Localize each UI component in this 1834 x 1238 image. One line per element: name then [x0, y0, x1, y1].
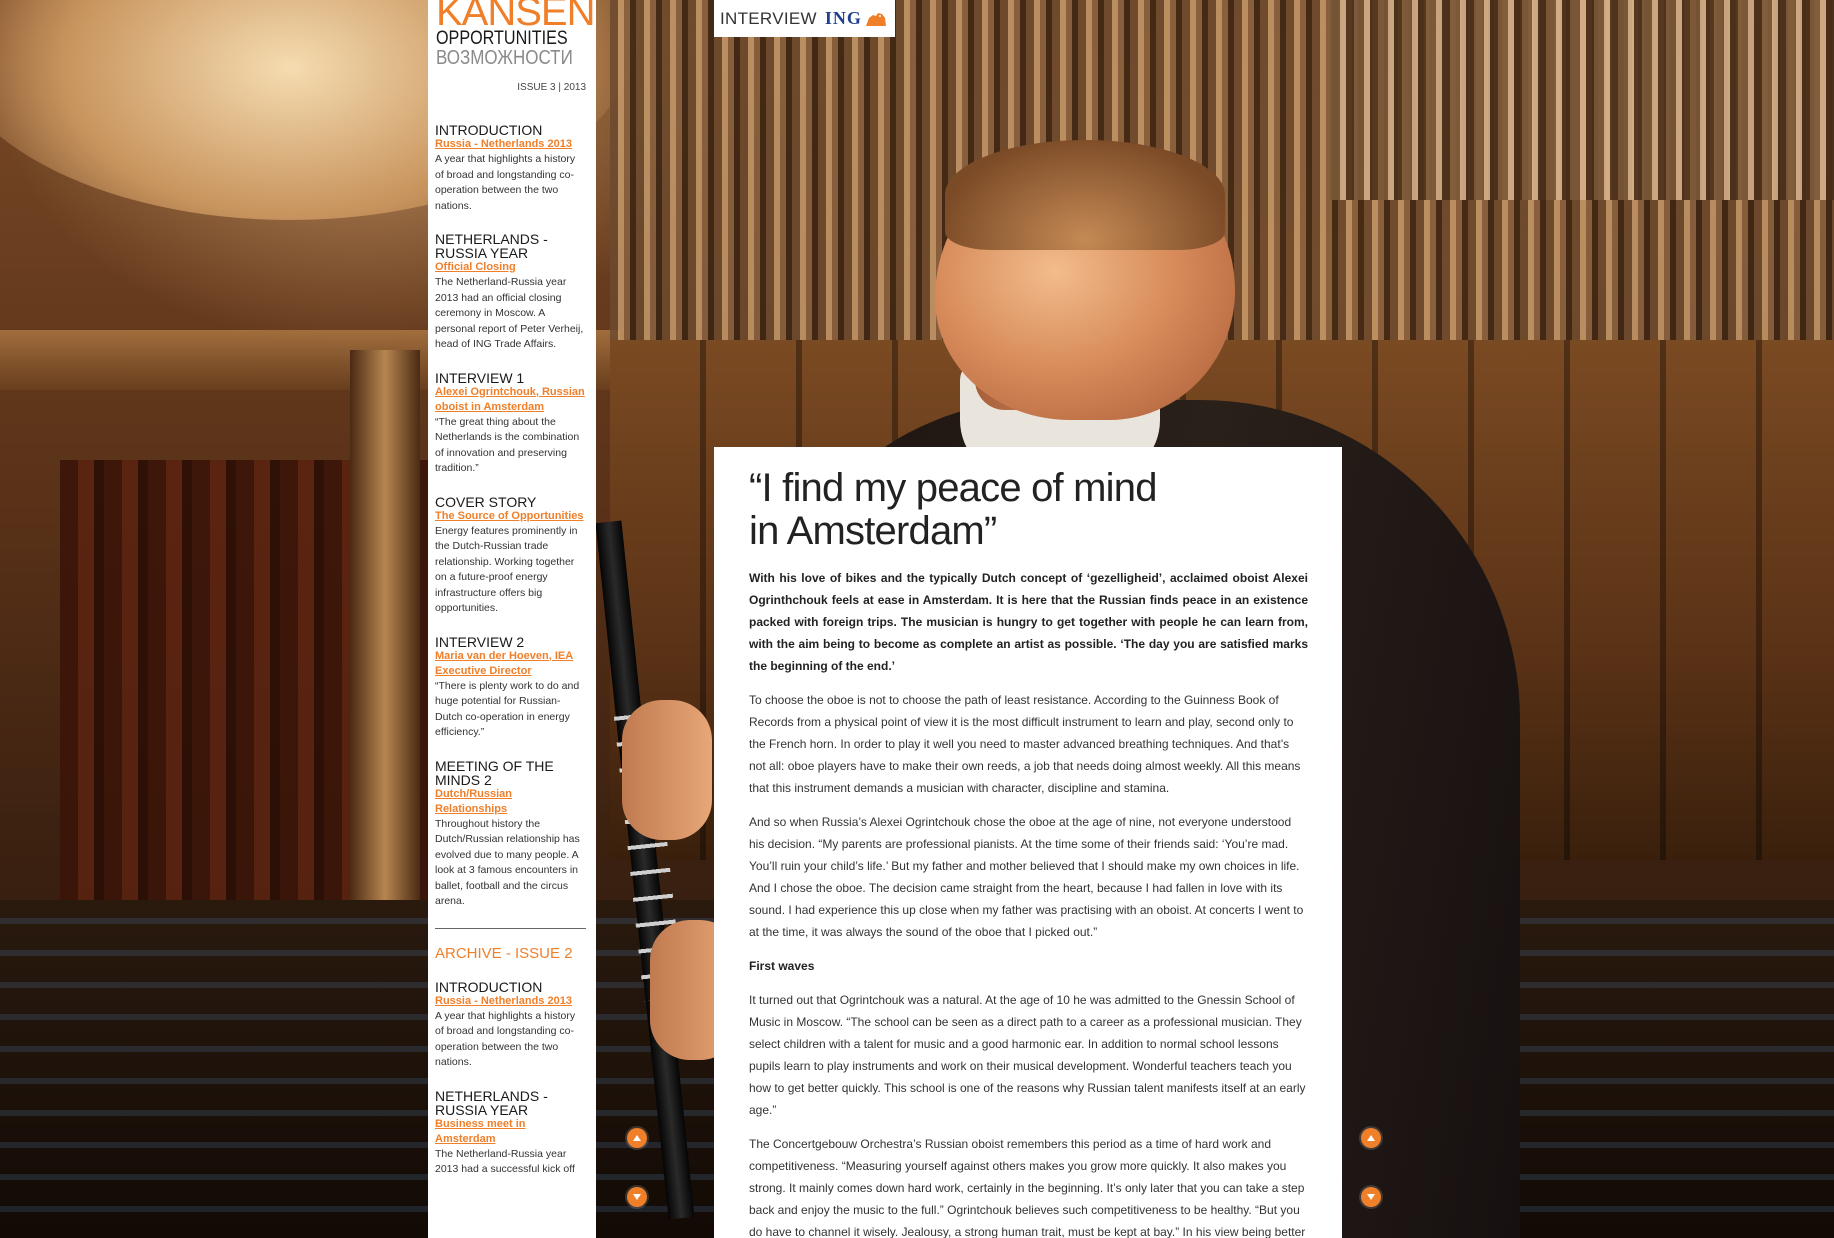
nav-section: INTERVIEW 1 Alexei Ogrintchouk, Russian … — [435, 371, 586, 477]
nav-link[interactable]: Russia - Netherlands 2013 — [435, 137, 586, 152]
nav-section: INTERVIEW 2 Maria van der Hoeven, IEA Ex… — [435, 635, 586, 741]
logo-opportunities: OPPORTUNITIES — [436, 28, 568, 49]
magazine-logo[interactable]: KANSEN OPPORTUNITIES ВОЗМОЖНОСТИ — [428, 0, 596, 68]
article-paragraph: To choose the oboe is not to choose the … — [749, 693, 1301, 795]
article-paragraph: And so when Russia’s Alexei Ogrintchouk … — [749, 815, 1304, 939]
nav-section: NETHERLANDS - RUSSIA YEAR Official Closi… — [435, 232, 586, 353]
arrow-down-icon — [1367, 1194, 1375, 1200]
musician-hand — [622, 700, 712, 840]
arrow-up-icon — [1367, 1135, 1375, 1141]
nav-section-text: Throughout history the Dutch/Russian rel… — [435, 817, 580, 908]
issue-label: ISSUE 3 | 2013 — [517, 82, 586, 93]
lion-icon — [864, 10, 888, 28]
nav-link[interactable]: Official Closing — [435, 260, 586, 275]
nav-section-text: “There is plenty work to do and huge pot… — [435, 679, 580, 739]
article-title-line2: in Amsterdam” — [749, 509, 997, 553]
nav-section-text: Energy features prominently in the Dutch… — [435, 524, 578, 615]
arrow-down-icon — [633, 1194, 641, 1200]
scroll-up-button-left[interactable] — [627, 1128, 647, 1148]
nav-section-heading: INTERVIEW 2 — [435, 633, 525, 650]
archive-heading[interactable]: ARCHIVE - ISSUE 2 — [435, 945, 586, 962]
nav-section: NETHERLANDS - RUSSIA YEAR Business meet … — [435, 1089, 586, 1178]
organ-pipes — [1330, 0, 1834, 200]
nav-section-text: The Netherland-Russia year 2013 had an o… — [435, 276, 584, 350]
nav-section-heading: INTERVIEW 1 — [435, 369, 525, 386]
article-lead: With his love of bikes and the typically… — [749, 571, 1308, 673]
sidebar-nav: INTRODUCTION Russia - Netherlands 2013 A… — [428, 93, 596, 1178]
logo-kansen: KANSEN — [436, 0, 596, 34]
section-badge: INTERVIEW ING — [714, 0, 895, 37]
sidebar-divider — [435, 927, 586, 929]
nav-section-heading: NETHERLANDS - RUSSIA YEAR — [435, 1087, 548, 1118]
article-panel: “I find my peace of mind in Amsterdam” W… — [714, 447, 1342, 1238]
nav-link[interactable]: Alexei Ogrintchouk, Russian oboist in Am… — [435, 385, 586, 415]
musician-hair — [945, 140, 1225, 250]
article-title-line1: “I find my peace of mind — [749, 466, 1157, 510]
section-label: INTERVIEW — [720, 8, 817, 28]
nav-section: MEETING OF THE MINDS 2 Dutch/Russian Rel… — [435, 759, 586, 910]
arrow-up-icon — [633, 1135, 641, 1141]
article-title: “I find my peace of mind in Amsterdam” — [749, 467, 1308, 553]
nav-section: COVER STORY The Source of Opportunities … — [435, 495, 586, 617]
nav-section-heading: MEETING OF THE MINDS 2 — [435, 757, 554, 788]
article-paragraph: The Concertgebouw Orchestra’s Russian ob… — [749, 1137, 1306, 1238]
nav-section: INTRODUCTION Russia - Netherlands 2013 A… — [435, 123, 586, 214]
nav-section-heading: COVER STORY — [435, 493, 537, 510]
nav-section-text: A year that highlights a history of broa… — [435, 1009, 576, 1069]
scroll-down-button-left[interactable] — [627, 1187, 647, 1207]
nav-link[interactable]: The Source of Opportunities — [435, 509, 586, 524]
nav-section-text: “The great thing about the Netherlands i… — [435, 415, 580, 475]
article-paragraph: It turned out that Ogrintchouk was a nat… — [749, 993, 1306, 1117]
nav-section: INTRODUCTION Russia - Netherlands 2013 A… — [435, 980, 586, 1071]
sidebar: KANSEN OPPORTUNITIES ВОЗМОЖНОСТИ ISSUE 3… — [428, 0, 596, 1238]
scroll-down-button-right[interactable] — [1361, 1187, 1381, 1207]
ing-logo-text: ING — [824, 8, 862, 28]
nav-link[interactable]: Maria van der Hoeven, IEA Executive Dire… — [435, 649, 586, 679]
nav-link[interactable]: Business meet in Amsterdam — [435, 1117, 586, 1147]
nav-link[interactable]: Dutch/Russian Relationships — [435, 787, 586, 817]
logo-russian: ВОЗМОЖНОСТИ — [436, 47, 573, 69]
nav-link[interactable]: Russia - Netherlands 2013 — [435, 994, 586, 1009]
nav-section-heading: INTRODUCTION — [435, 978, 543, 995]
article-subheading: First waves — [749, 959, 815, 973]
nav-section-text: The Netherland-Russia year 2013 had a su… — [435, 1147, 575, 1176]
scroll-up-button-right[interactable] — [1361, 1128, 1381, 1148]
nav-section-heading: NETHERLANDS - RUSSIA YEAR — [435, 231, 548, 261]
nav-section-heading: INTRODUCTION — [435, 122, 543, 138]
nav-section-text: A year that highlights a history of broa… — [435, 153, 576, 212]
